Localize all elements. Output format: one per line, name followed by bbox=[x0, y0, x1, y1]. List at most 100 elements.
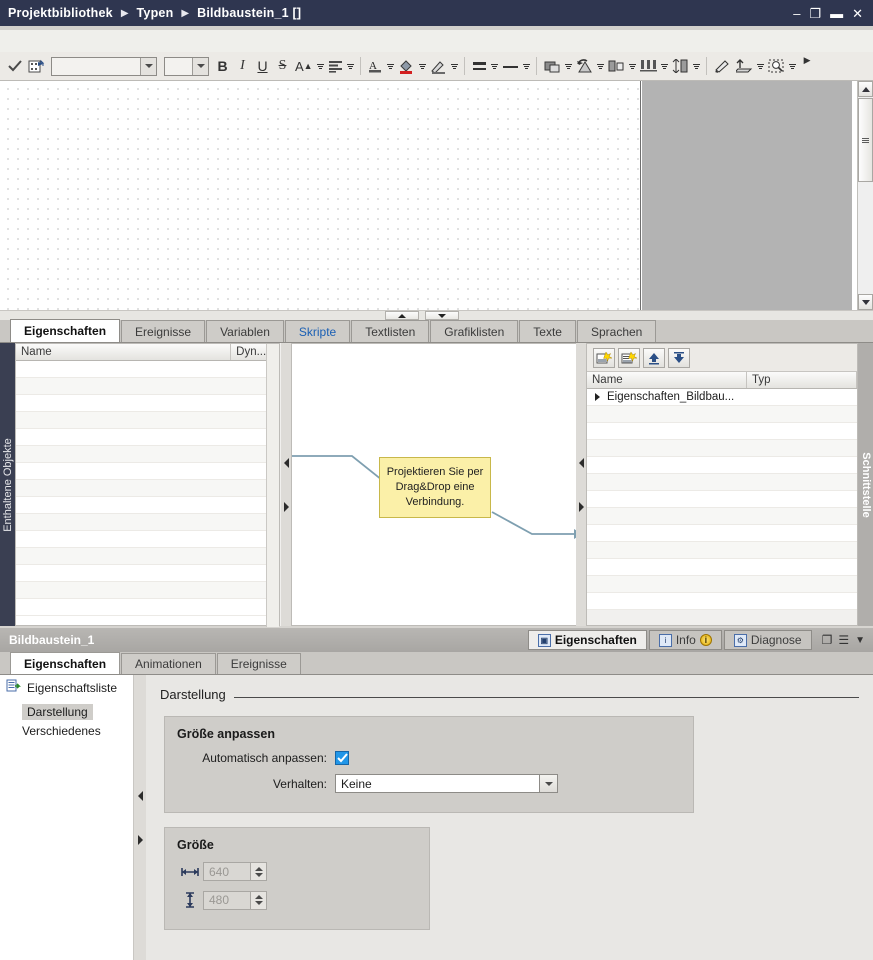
nav-item-darstellung[interactable]: Darstellung bbox=[0, 702, 133, 722]
table-row[interactable] bbox=[587, 474, 857, 491]
breadcrumb-item-project-library[interactable]: Projektbibliothek bbox=[8, 6, 113, 20]
toolbar-overflow-icon[interactable]: ▶ bbox=[798, 55, 817, 77]
chevron-down-icon[interactable] bbox=[564, 63, 573, 69]
restore-icon[interactable]: ❐ bbox=[809, 7, 821, 20]
inspector-splitter[interactable] bbox=[134, 675, 146, 960]
move-up-icon[interactable] bbox=[643, 347, 665, 368]
insert-object-icon[interactable] bbox=[26, 55, 47, 77]
line-weight-icon[interactable] bbox=[470, 55, 489, 77]
table-row[interactable] bbox=[16, 412, 279, 429]
grid-rows[interactable] bbox=[16, 361, 279, 625]
table-row[interactable] bbox=[587, 593, 857, 610]
inspector-tab-properties[interactable]: ▣ Eigenschaften bbox=[527, 630, 647, 650]
table-row[interactable] bbox=[16, 514, 279, 531]
canvas-vertical-scrollbar[interactable] bbox=[857, 81, 873, 310]
column-header-name[interactable]: Name bbox=[587, 372, 747, 388]
table-row[interactable] bbox=[16, 463, 279, 480]
sidebar-interface[interactable]: Schnittstelle bbox=[858, 343, 873, 626]
italic-button[interactable]: I bbox=[233, 55, 252, 77]
stepper-buttons[interactable] bbox=[250, 891, 266, 909]
stepper-buttons[interactable] bbox=[250, 863, 266, 880]
move-down-icon[interactable] bbox=[668, 347, 690, 368]
chevron-down-icon[interactable] bbox=[756, 63, 765, 69]
rotate-icon[interactable] bbox=[574, 55, 595, 77]
table-row[interactable] bbox=[587, 508, 857, 525]
tree-row-properties-faceplate[interactable]: Eigenschaften_Bildbau... bbox=[587, 389, 857, 406]
table-row[interactable] bbox=[16, 565, 279, 582]
stepper-up-icon[interactable] bbox=[254, 895, 263, 899]
table-row[interactable] bbox=[587, 440, 857, 457]
scroll-down-small-icon[interactable] bbox=[425, 311, 459, 320]
font-size-combo[interactable] bbox=[164, 56, 209, 76]
inspector-subtab-animations[interactable]: Animationen bbox=[121, 653, 216, 674]
tab-sprachen[interactable]: Sprachen bbox=[576, 320, 657, 342]
table-row[interactable] bbox=[587, 542, 857, 559]
format-painter-icon[interactable] bbox=[712, 55, 733, 77]
table-row[interactable] bbox=[16, 378, 279, 395]
column-header-typ[interactable]: Typ bbox=[747, 372, 857, 388]
scrollbar-thumb[interactable] bbox=[858, 98, 873, 182]
chevron-down-icon[interactable] bbox=[596, 63, 605, 69]
table-row[interactable] bbox=[587, 406, 857, 423]
inspector-subtab-events[interactable]: Ereignisse bbox=[216, 653, 301, 674]
table-row[interactable] bbox=[16, 429, 279, 446]
table-row[interactable] bbox=[16, 446, 279, 463]
chevron-right-icon[interactable] bbox=[595, 393, 600, 401]
table-row[interactable] bbox=[587, 525, 857, 542]
align-objects-icon[interactable] bbox=[606, 55, 627, 77]
chevron-down-icon[interactable] bbox=[539, 775, 557, 792]
auto-resize-checkbox[interactable] bbox=[335, 751, 349, 765]
strikethrough-button[interactable]: S bbox=[273, 55, 292, 77]
fill-color-icon[interactable] bbox=[396, 55, 417, 77]
underline-button[interactable]: U bbox=[253, 55, 272, 77]
behavior-select[interactable]: Keine bbox=[335, 774, 558, 793]
chevron-down-icon[interactable] bbox=[346, 63, 355, 69]
table-row[interactable] bbox=[16, 548, 279, 565]
maximize-icon[interactable]: ▬ bbox=[830, 7, 843, 20]
chevron-down-icon[interactable]: ▼ bbox=[855, 635, 865, 646]
chevron-down-icon[interactable] bbox=[418, 63, 427, 69]
chevron-down-icon[interactable] bbox=[192, 57, 208, 75]
table-row[interactable] bbox=[16, 480, 279, 497]
table-row[interactable] bbox=[16, 361, 279, 378]
tab-eigenschaften[interactable]: Eigenschaften bbox=[10, 319, 121, 342]
tab-ereignisse[interactable]: Ereignisse bbox=[121, 320, 206, 342]
table-row[interactable] bbox=[587, 491, 857, 508]
chevron-down-icon[interactable] bbox=[522, 63, 531, 69]
breadcrumb-item-types[interactable]: Typen bbox=[137, 6, 174, 20]
tab-texte[interactable]: Texte bbox=[519, 320, 576, 342]
contained-objects-grid[interactable]: Name Dyn... bbox=[15, 343, 280, 627]
chevron-down-icon[interactable] bbox=[490, 63, 499, 69]
breadcrumb-item-faceplate[interactable]: Bildbaustein_1 [] bbox=[197, 6, 301, 20]
new-entry-icon[interactable] bbox=[593, 347, 615, 368]
superscript-button[interactable]: A ▲ bbox=[293, 55, 315, 77]
table-row[interactable] bbox=[16, 497, 279, 514]
line-color-icon[interactable] bbox=[428, 55, 449, 77]
font-color-icon[interactable]: A bbox=[366, 55, 385, 77]
chevron-down-icon[interactable] bbox=[450, 63, 459, 69]
arrange-order-icon[interactable] bbox=[542, 55, 563, 77]
checkmark-icon[interactable] bbox=[5, 55, 25, 77]
grid-vertical-scrollbar[interactable] bbox=[266, 344, 279, 627]
splitter-arrow-right-icon[interactable] bbox=[283, 501, 289, 512]
line-style-icon[interactable] bbox=[500, 55, 521, 77]
splitter-arrow-right-icon[interactable] bbox=[137, 834, 143, 845]
stepper-down-icon[interactable] bbox=[254, 901, 263, 905]
align-text-icon[interactable] bbox=[326, 55, 345, 77]
table-row[interactable] bbox=[587, 457, 857, 474]
splitter-arrow-right-icon[interactable] bbox=[578, 501, 584, 512]
height-stepper[interactable]: 480 bbox=[203, 890, 267, 910]
table-row[interactable] bbox=[16, 599, 279, 616]
splitter-left[interactable] bbox=[281, 343, 291, 626]
connection-canvas[interactable]: Projektieren Sie per Drag&Drop eine Verb… bbox=[291, 343, 583, 626]
list-icon[interactable]: ☰ bbox=[838, 633, 849, 647]
distribute-horizontal-icon[interactable] bbox=[638, 55, 659, 77]
export-style-icon[interactable] bbox=[734, 55, 755, 77]
minimize-icon[interactable]: ‒ bbox=[793, 7, 800, 20]
splitter-arrow-left-icon[interactable] bbox=[137, 790, 143, 801]
zoom-area-icon[interactable] bbox=[766, 55, 787, 77]
tab-variablen[interactable]: Variablen bbox=[206, 320, 284, 342]
chevron-down-icon[interactable] bbox=[788, 63, 797, 69]
sidebar-contained-objects[interactable]: Enthaltene Objekte bbox=[0, 343, 15, 626]
stepper-down-icon[interactable] bbox=[254, 872, 263, 877]
